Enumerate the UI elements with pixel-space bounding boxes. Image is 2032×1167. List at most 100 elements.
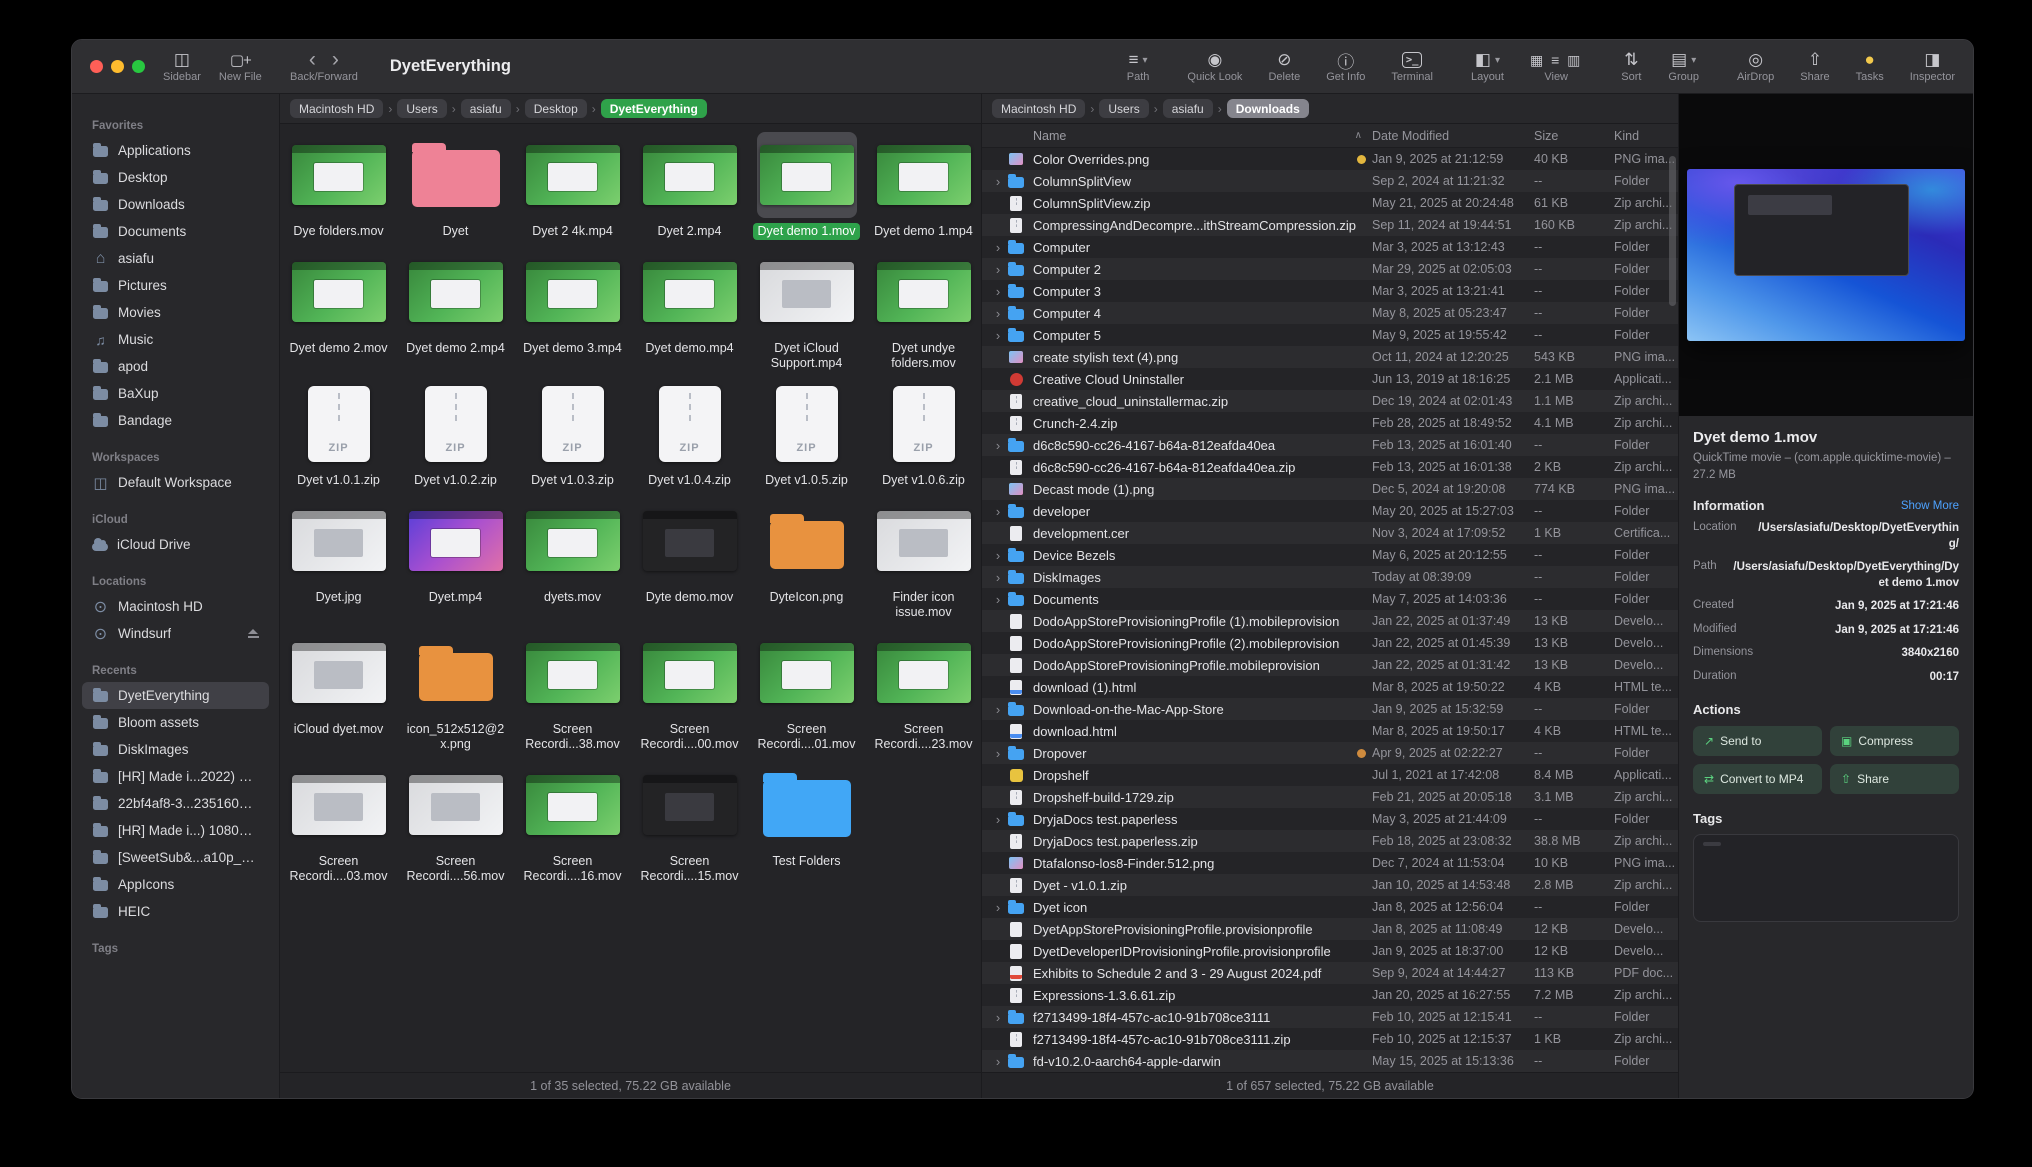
back-button[interactable]: ‹ xyxy=(309,50,316,70)
file-row[interactable]: › DodoAppStoreProvisioningProfile (1).mo… xyxy=(982,610,1678,632)
show-more-link[interactable]: Show More xyxy=(1901,500,1959,512)
breadcrumb[interactable]: asiafu xyxy=(461,99,511,118)
disclosure-chevron-icon[interactable]: › xyxy=(990,262,1006,277)
toolbar-button[interactable]: Tasks xyxy=(1856,50,1884,83)
sidebar-item[interactable]: Pictures xyxy=(82,272,269,299)
grid-file-item[interactable]: Screen Recordi....01.mov xyxy=(748,630,865,753)
grid-file-item[interactable]: Dyet v1.0.5.zip xyxy=(748,381,865,489)
grid-file-item[interactable]: icon_512x512@2x.png xyxy=(397,630,514,753)
sidebar-item[interactable]: Downloads xyxy=(82,191,269,218)
sidebar-item[interactable]: apod xyxy=(82,353,269,380)
breadcrumb[interactable]: Users xyxy=(1099,99,1148,118)
action-button[interactable]: Convert to MP4 xyxy=(1693,764,1822,794)
file-row[interactable]: › Computer Mar 3, 2025 at 13:12:43 -- Fo… xyxy=(982,236,1678,258)
grid-file-item[interactable]: Dyet v1.0.4.zip xyxy=(631,381,748,489)
sidebar-item[interactable]: Documents xyxy=(82,218,269,245)
file-row[interactable]: › download (1).html Mar 8, 2025 at 19:50… xyxy=(982,676,1678,698)
toolbar-button[interactable]: Path xyxy=(1127,50,1150,83)
grid-file-item[interactable]: Dyet.mp4 xyxy=(397,498,514,621)
toolbar-button[interactable]: Delete xyxy=(1268,50,1300,83)
file-row[interactable]: › Computer 3 Mar 3, 2025 at 13:21:41 -- … xyxy=(982,280,1678,302)
disclosure-chevron-icon[interactable]: › xyxy=(990,900,1006,915)
toolbar-button[interactable]: Terminal xyxy=(1391,50,1433,83)
grid-file-item[interactable]: Test Folders xyxy=(748,762,865,885)
disclosure-chevron-icon[interactable]: › xyxy=(990,306,1006,321)
grid-file-item[interactable]: Finder icon issue.mov xyxy=(865,498,981,621)
disclosure-chevron-icon[interactable]: › xyxy=(990,746,1006,761)
grid-file-item[interactable]: Dyet 2 4k.mp4 xyxy=(514,132,631,240)
file-row[interactable]: › Computer 4 May 8, 2025 at 05:23:47 -- … xyxy=(982,302,1678,324)
file-row[interactable]: › DyetDeveloperIDProvisioningProfile.pro… xyxy=(982,940,1678,962)
grid-file-item[interactable]: Screen Recordi....23.mov xyxy=(865,630,981,753)
disclosure-chevron-icon[interactable]: › xyxy=(990,284,1006,299)
grid-file-item[interactable]: Screen Recordi....56.mov xyxy=(397,762,514,885)
sidebar-item[interactable]: Workspaces xyxy=(82,447,269,469)
file-row[interactable]: › Color Overrides.png Jan 9, 2025 at 21:… xyxy=(982,148,1678,170)
close-window-button[interactable] xyxy=(90,60,103,73)
file-row[interactable]: › Crunch-2.4.zip Feb 28, 2025 at 18:49:5… xyxy=(982,412,1678,434)
grid-file-item[interactable]: DyteIcon.png xyxy=(748,498,865,621)
disclosure-chevron-icon[interactable]: › xyxy=(990,1054,1006,1069)
file-row[interactable]: › DryjaDocs test.paperless May 3, 2025 a… xyxy=(982,808,1678,830)
grid-file-item[interactable]: Screen Recordi....00.mov xyxy=(631,630,748,753)
tags-box[interactable] xyxy=(1693,834,1959,922)
breadcrumb[interactable]: DyetEverything xyxy=(601,99,707,118)
grid-file-item[interactable]: Dyet.jpg xyxy=(280,498,397,621)
disclosure-chevron-icon[interactable]: › xyxy=(990,438,1006,453)
file-row[interactable]: › Dtafalonso-los8-Finder.512.png Dec 7, … xyxy=(982,852,1678,874)
tag-item[interactable] xyxy=(1703,842,1721,846)
sidebar-item[interactable]: BaXup xyxy=(82,380,269,407)
grid-file-item[interactable]: Screen Recordi....03.mov xyxy=(280,762,397,885)
grid-file-item[interactable]: Dyte demo.mov xyxy=(631,498,748,621)
file-row[interactable]: › Expressions-1.3.6.61.zip Jan 20, 2025 … xyxy=(982,984,1678,1006)
grid-file-item[interactable]: Screen Recordi....15.mov xyxy=(631,762,748,885)
file-row[interactable]: › creative_cloud_uninstallermac.zip Dec … xyxy=(982,390,1678,412)
file-row[interactable]: › Dyet icon Jan 8, 2025 at 12:56:04 -- F… xyxy=(982,896,1678,918)
sidebar-item[interactable]: asiafu xyxy=(82,245,269,272)
toolbar-button[interactable]: Group xyxy=(1668,50,1699,83)
grid-file-item[interactable]: Dyet demo 1.mp4 xyxy=(865,132,981,240)
grid-file-item[interactable]: dyets.mov xyxy=(514,498,631,621)
toolbar-button[interactable]: New File xyxy=(219,50,262,83)
file-row[interactable]: › fd-v10.2.0-aarch64-apple-darwin May 15… xyxy=(982,1050,1678,1072)
sidebar-item[interactable]: Windsurf xyxy=(82,620,269,647)
file-row[interactable]: › Decast mode (1).png Dec 5, 2024 at 19:… xyxy=(982,478,1678,500)
grid-file-item[interactable]: Dyet demo 3.mp4 xyxy=(514,249,631,372)
grid-file-item[interactable]: Dyet 2.mp4 xyxy=(631,132,748,240)
file-row[interactable]: › d6c8c590-cc26-4167-b64a-812eafda40ea.z… xyxy=(982,456,1678,478)
file-row[interactable]: › DiskImages Today at 08:39:09 -- Folder xyxy=(982,566,1678,588)
grid-file-item[interactable]: Dyet demo 2.mov xyxy=(280,249,397,372)
grid-file-item[interactable]: Dye folders.mov xyxy=(280,132,397,240)
sidebar-item[interactable]: HEIC xyxy=(82,898,269,925)
sidebar-item[interactable]: iCloud Drive xyxy=(82,531,269,558)
breadcrumb[interactable]: asiafu xyxy=(1163,99,1213,118)
action-button[interactable]: Share xyxy=(1830,764,1959,794)
file-row[interactable]: › Dyet - v1.0.1.zip Jan 10, 2025 at 14:5… xyxy=(982,874,1678,896)
toolbar-button[interactable]: View xyxy=(1530,50,1582,83)
breadcrumb[interactable]: Macintosh HD xyxy=(992,99,1085,118)
toolbar-button[interactable]: Sidebar xyxy=(163,50,201,83)
sidebar-item[interactable]: Favorites xyxy=(82,115,269,137)
action-button[interactable]: Send to xyxy=(1693,726,1822,756)
file-row[interactable]: › Documents May 7, 2025 at 14:03:36 -- F… xyxy=(982,588,1678,610)
grid-file-item[interactable]: Screen Recordi....16.mov xyxy=(514,762,631,885)
grid-file-item[interactable]: Dyet v1.0.2.zip xyxy=(397,381,514,489)
action-button[interactable]: Compress xyxy=(1830,726,1959,756)
sidebar-item[interactable]: Default Workspace xyxy=(82,469,269,496)
column-header-kind[interactable]: Kind xyxy=(1614,129,1678,143)
sidebar-item[interactable]: iCloud xyxy=(82,509,269,531)
toolbar-button[interactable]: Inspector xyxy=(1910,50,1955,83)
file-row[interactable]: › download.html Mar 8, 2025 at 19:50:17 … xyxy=(982,720,1678,742)
disclosure-chevron-icon[interactable]: › xyxy=(990,1010,1006,1025)
file-row[interactable]: › Download-on-the-Mac-App-Store Jan 9, 2… xyxy=(982,698,1678,720)
file-row[interactable]: › Device Bezels May 6, 2025 at 20:12:55 … xyxy=(982,544,1678,566)
file-row[interactable]: › development.cer Nov 3, 2024 at 17:09:5… xyxy=(982,522,1678,544)
file-row[interactable]: › Dropshelf-build-1729.zip Feb 21, 2025 … xyxy=(982,786,1678,808)
file-row[interactable]: › DodoAppStoreProvisioningProfile (2).mo… xyxy=(982,632,1678,654)
file-row[interactable]: › DyetAppStoreProvisioningProfile.provis… xyxy=(982,918,1678,940)
grid-file-item[interactable]: Dyet xyxy=(397,132,514,240)
sidebar-item[interactable]: DyetEverything xyxy=(82,682,269,709)
grid-file-item[interactable]: Dyet demo.mp4 xyxy=(631,249,748,372)
file-row[interactable]: › Dropshelf Jul 1, 2021 at 17:42:08 8.4 … xyxy=(982,764,1678,786)
sidebar-item[interactable]: Desktop xyxy=(82,164,269,191)
